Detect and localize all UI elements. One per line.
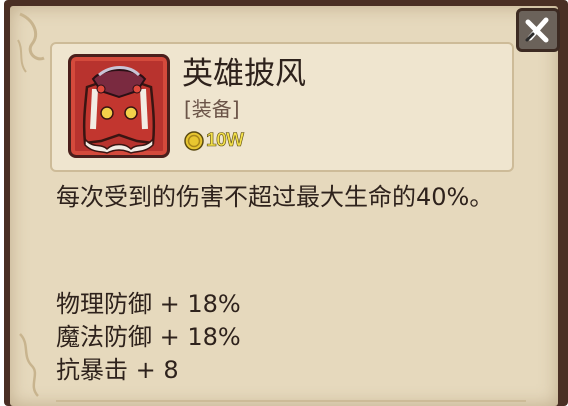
- hero-cloak-icon: [82, 66, 156, 154]
- stat-physical-defense: 物理防御 + 18%: [56, 290, 241, 318]
- divider: [56, 400, 526, 402]
- close-button[interactable]: [516, 8, 560, 52]
- corner-ornament-bottom-left: [19, 333, 39, 397]
- item-type-label: [装备]: [184, 97, 240, 121]
- stat-magic-defense: 魔法防御 + 18%: [56, 323, 241, 351]
- stat-crit-resistance: 抗暴击 + 8: [56, 356, 179, 384]
- item-price-value: 10W: [206, 130, 245, 151]
- item-name: 英雄披风: [182, 56, 306, 92]
- item-icon-frame: [68, 54, 170, 158]
- close-icon: [525, 17, 549, 43]
- item-price: 10W: [184, 128, 244, 154]
- item-stats-list: 物理防御 + 18% 魔法防御 + 18% 抗暴击 + 8: [56, 288, 241, 387]
- gold-coin-icon: [184, 131, 204, 151]
- item-description: 每次受到的伤害不超过最大生命的40%。: [56, 183, 494, 211]
